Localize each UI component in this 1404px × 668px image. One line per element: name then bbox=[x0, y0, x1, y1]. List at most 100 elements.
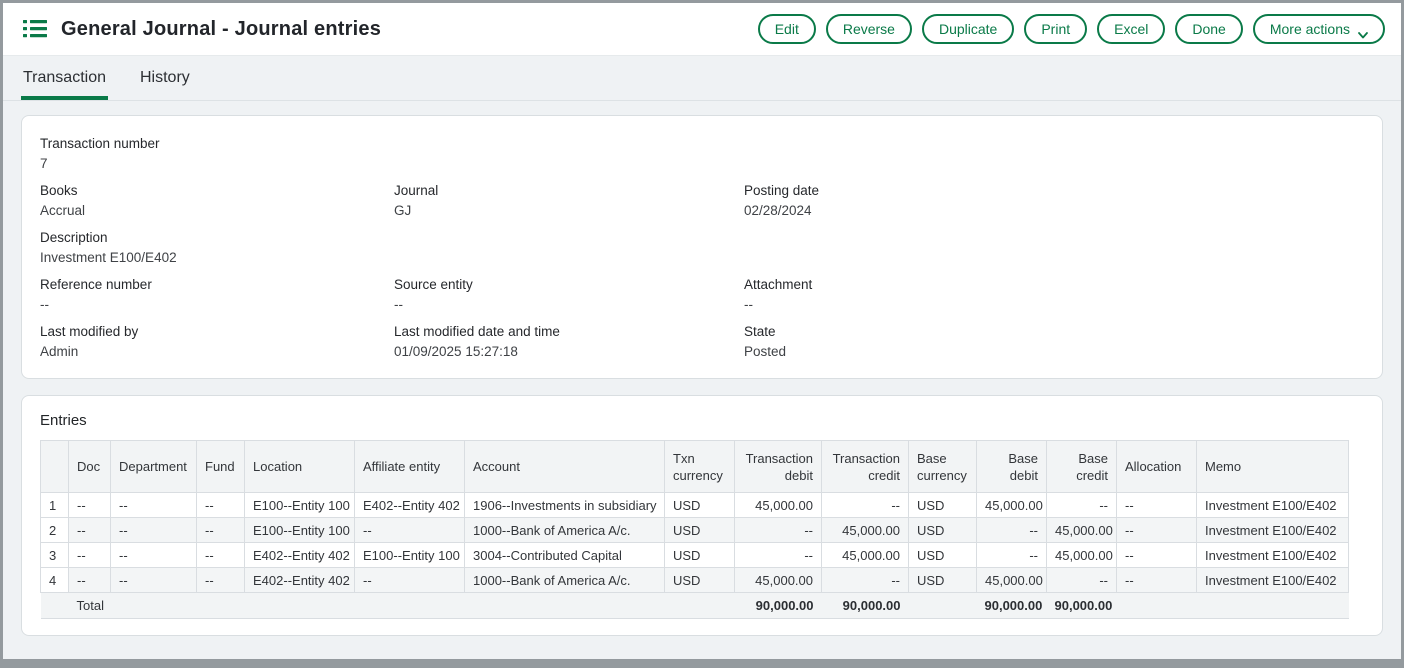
entries-heading: Entries bbox=[40, 412, 1364, 429]
table-cell: -- bbox=[111, 493, 197, 518]
table-cell: USD bbox=[665, 518, 735, 543]
app-window: General Journal - Journal entries Edit R… bbox=[0, 0, 1404, 668]
table-cell: -- bbox=[197, 568, 245, 593]
table-cell: Investment E100/E402 bbox=[1197, 568, 1349, 593]
table-cell: 3 bbox=[41, 543, 69, 568]
table-cell: 2 bbox=[41, 518, 69, 543]
entries-table: DocDepartmentFundLocationAffiliate entit… bbox=[40, 440, 1349, 619]
posting-date-label: Posting date bbox=[744, 183, 1364, 199]
column-header-account: Account bbox=[465, 441, 665, 493]
source-entity-value: -- bbox=[394, 297, 744, 313]
chevron-down-icon bbox=[1358, 26, 1368, 33]
duplicate-button[interactable]: Duplicate bbox=[922, 14, 1014, 44]
last-modified-by-label: Last modified by bbox=[40, 324, 394, 340]
table-cell: Investment E100/E402 bbox=[1197, 543, 1349, 568]
detail-row: BooksAccrualJournalGJPosting date02/28/2… bbox=[40, 183, 1364, 219]
main-content: Transaction number7BooksAccrualJournalGJ… bbox=[3, 101, 1401, 636]
total-cell bbox=[465, 593, 665, 619]
source-entity-label: Source entity bbox=[394, 277, 744, 293]
field-source-entity: Source entity -- bbox=[394, 277, 744, 313]
detail-row: Reference number--Source entity--Attachm… bbox=[40, 277, 1364, 313]
done-button[interactable]: Done bbox=[1175, 14, 1242, 44]
total-cell: 90,000.00 bbox=[822, 593, 909, 619]
field-state: StatePosted bbox=[744, 324, 1364, 360]
journal-value: GJ bbox=[394, 203, 744, 219]
table-cell: -- bbox=[822, 493, 909, 518]
field-attachment: Attachment-- bbox=[744, 277, 1364, 313]
print-button[interactable]: Print bbox=[1024, 14, 1087, 44]
edit-button[interactable]: Edit bbox=[758, 14, 816, 44]
column-header-memo: Memo bbox=[1197, 441, 1349, 493]
table-row[interactable]: 2------E100--Entity 100--1000--Bank of A… bbox=[41, 518, 1349, 543]
detail-row: Last modified byAdminLast modified date … bbox=[40, 324, 1364, 360]
tab-transaction[interactable]: Transaction bbox=[21, 59, 108, 100]
column-header-base-debit: Base debit bbox=[977, 441, 1047, 493]
journal-list-icon[interactable] bbox=[23, 18, 47, 40]
state-value: Posted bbox=[744, 344, 1364, 360]
column-header-allocation: Allocation bbox=[1117, 441, 1197, 493]
journal-label: Journal bbox=[394, 183, 744, 199]
tab-history[interactable]: History bbox=[138, 59, 192, 100]
toolbar: Edit Reverse Duplicate Print Excel Done … bbox=[758, 14, 1385, 44]
table-cell: -- bbox=[197, 518, 245, 543]
field-last-modified-date-and-time: Last modified date and time01/09/2025 15… bbox=[394, 324, 744, 360]
table-cell: 4 bbox=[41, 568, 69, 593]
table-cell: E402--Entity 402 bbox=[355, 493, 465, 518]
table-cell: -- bbox=[735, 543, 822, 568]
table-cell: 45,000.00 bbox=[735, 493, 822, 518]
table-cell: USD bbox=[665, 543, 735, 568]
table-cell: -- bbox=[735, 518, 822, 543]
total-cell bbox=[1197, 593, 1349, 619]
books-value: Accrual bbox=[40, 203, 394, 219]
total-cell bbox=[355, 593, 465, 619]
excel-button[interactable]: Excel bbox=[1097, 14, 1165, 44]
last-modified-date-and-time-value: 01/09/2025 15:27:18 bbox=[394, 344, 744, 360]
table-cell: -- bbox=[822, 568, 909, 593]
table-cell: 1906--Investments in subsidiary bbox=[465, 493, 665, 518]
table-cell: -- bbox=[111, 518, 197, 543]
table-row[interactable]: 3------E402--Entity 402E100--Entity 1003… bbox=[41, 543, 1349, 568]
total-row: Total90,000.0090,000.0090,000.0090,000.0… bbox=[41, 593, 1349, 619]
total-cell: 90,000.00 bbox=[1047, 593, 1117, 619]
table-cell: -- bbox=[69, 518, 111, 543]
column-header-txn-currency: Txn currency bbox=[665, 441, 735, 493]
entries-panel: Entries DocDepartmentFundLocationAffilia… bbox=[21, 395, 1383, 636]
transaction-number-value: 7 bbox=[40, 156, 394, 172]
description-value: Investment E100/E402 bbox=[40, 250, 394, 266]
title-bar: General Journal - Journal entries Edit R… bbox=[3, 3, 1401, 56]
table-cell: 45,000.00 bbox=[735, 568, 822, 593]
column-header-department: Department bbox=[111, 441, 197, 493]
table-cell: Investment E100/E402 bbox=[1197, 518, 1349, 543]
more-actions-button[interactable]: More actions bbox=[1253, 14, 1385, 44]
table-cell: E402--Entity 402 bbox=[245, 568, 355, 593]
table-cell: -- bbox=[1117, 568, 1197, 593]
reverse-button[interactable]: Reverse bbox=[826, 14, 912, 44]
table-cell: -- bbox=[355, 518, 465, 543]
page-title: General Journal - Journal entries bbox=[61, 18, 381, 41]
table-cell: 1000--Bank of America A/c. bbox=[465, 568, 665, 593]
reference-number-value: -- bbox=[40, 297, 394, 313]
table-cell: USD bbox=[909, 493, 977, 518]
field-last-modified-by: Last modified byAdmin bbox=[40, 324, 394, 360]
reference-number-label: Reference number bbox=[40, 277, 394, 293]
detail-row: DescriptionInvestment E100/E402 bbox=[40, 230, 1364, 266]
table-cell: -- bbox=[977, 543, 1047, 568]
column-header-affiliate-entity: Affiliate entity bbox=[355, 441, 465, 493]
table-cell: Investment E100/E402 bbox=[1197, 493, 1349, 518]
table-cell: E402--Entity 402 bbox=[245, 543, 355, 568]
transaction-number-label: Transaction number bbox=[40, 136, 394, 152]
table-row[interactable]: 4------E402--Entity 402--1000--Bank of A… bbox=[41, 568, 1349, 593]
table-cell: 45,000.00 bbox=[1047, 543, 1117, 568]
total-cell bbox=[1117, 593, 1197, 619]
table-cell: USD bbox=[909, 543, 977, 568]
table-cell: USD bbox=[665, 493, 735, 518]
column-header-base-currency: Base currency bbox=[909, 441, 977, 493]
field-description: DescriptionInvestment E100/E402 bbox=[40, 230, 394, 266]
column-header-location: Location bbox=[245, 441, 355, 493]
table-row[interactable]: 1------E100--Entity 100E402--Entity 4021… bbox=[41, 493, 1349, 518]
attachment-label: Attachment bbox=[744, 277, 1364, 293]
table-cell: -- bbox=[977, 518, 1047, 543]
column-header-transaction-debit: Transaction debit bbox=[735, 441, 822, 493]
table-cell: -- bbox=[1117, 493, 1197, 518]
table-cell: -- bbox=[197, 543, 245, 568]
